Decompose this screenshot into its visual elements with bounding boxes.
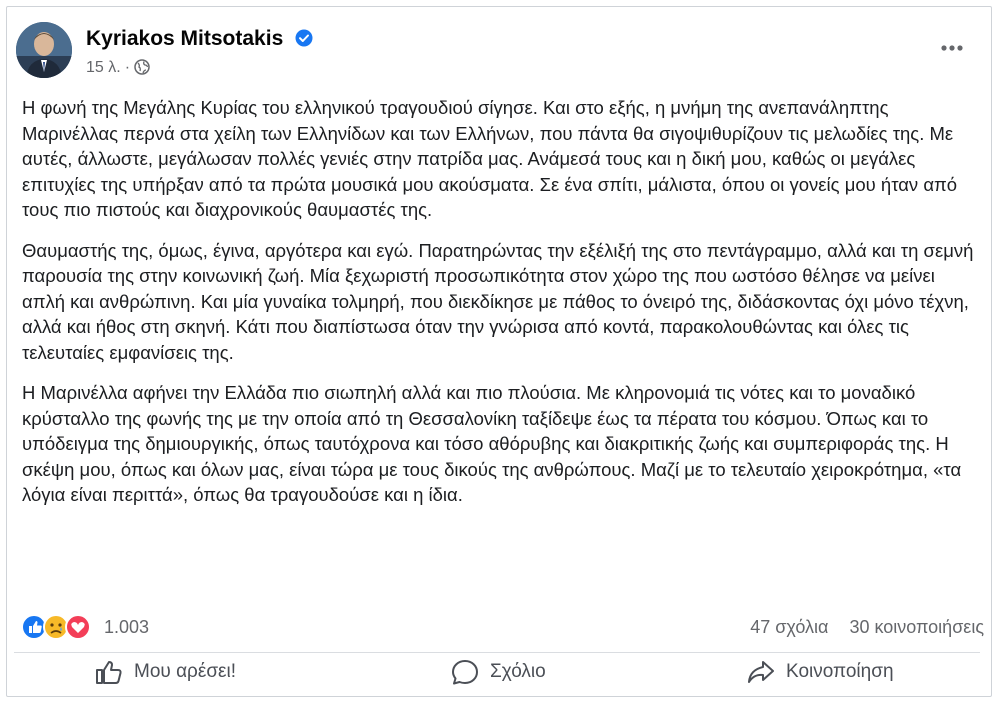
profile-photo — [16, 22, 72, 78]
reactions-count: 1.003 — [104, 617, 150, 637]
comment-label: Σχόλιο — [490, 661, 546, 682]
comment-icon — [452, 660, 478, 685]
share-button[interactable]: Κοινοποίηση — [746, 653, 894, 691]
sad-reaction-icon — [43, 614, 69, 640]
author-name: Kyriakos Mitsotakis — [86, 27, 284, 50]
post-meta: 15 λ. · — [86, 59, 150, 77]
post-paragraph: Η φωνή της Μεγάλης Κυρίας του ελληνικού … — [22, 97, 958, 220]
comments-count[interactable]: 47 σχόλια — [750, 617, 828, 637]
post-paragraph: Η Μαρινέλλα αφήνει την Ελλάδα πιο σιωπηλ… — [22, 382, 962, 505]
share-icon — [748, 661, 774, 683]
post-paragraph: Θαυμαστής της, όμως, έγινα, αργότερα και… — [22, 239, 974, 363]
avatar[interactable] — [16, 22, 72, 78]
love-reaction-icon — [65, 614, 91, 640]
like-button[interactable]: Μου αρέσει! — [94, 653, 236, 691]
share-label: Κοινοποίηση — [786, 661, 894, 682]
like-reaction-icon — [21, 614, 47, 640]
like-label: Μου αρέσει! — [134, 661, 237, 682]
post-timestamp[interactable]: 15 λ. — [86, 59, 121, 76]
more-options-button[interactable] — [934, 36, 970, 60]
action-bar: Μου αρέσει! Σχόλιο Κοινοποίηση — [14, 652, 980, 693]
shares-count[interactable]: 30 κοινοποιήσεις — [849, 617, 984, 637]
engagement-counts: 47 σχόλια 30 κοινοποιήσεις — [750, 617, 984, 638]
meta-separator: · — [124, 59, 131, 76]
reactions-icons — [21, 614, 91, 640]
comment-button[interactable]: Σχόλιο — [450, 653, 546, 691]
post-stats: 1.003 47 σχόλια 30 κοινοποιήσεις — [20, 612, 986, 642]
verified-badge-icon — [295, 29, 313, 47]
more-options-icon — [941, 45, 963, 51]
globe-icon — [134, 59, 150, 75]
post-body: Η φωνή της Μεγάλης Κυρίας του ελληνικού … — [22, 95, 982, 523]
author-name-link[interactable]: Kyriakos Mitsotakis — [86, 27, 313, 51]
post-header: Kyriakos Mitsotakis 15 λ. · — [16, 22, 976, 82]
reactions-summary[interactable]: 1.003 — [20, 612, 149, 642]
thumbs-up-icon — [96, 661, 122, 684]
